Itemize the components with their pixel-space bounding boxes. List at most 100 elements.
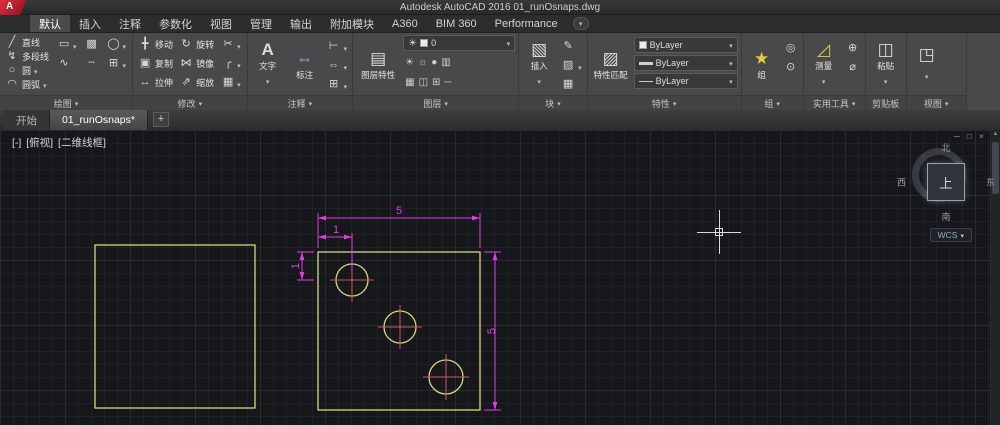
block-edit-button[interactable]: ✎	[559, 37, 584, 56]
measure-button[interactable]: ◿ 测量	[807, 35, 841, 93]
object-color-dropdown[interactable]: ByLayer	[633, 37, 738, 53]
table-style-button[interactable]: ⊞	[325, 75, 350, 94]
plate-square-polyline[interactable]	[317, 251, 481, 411]
layer-properties-button[interactable]: ▤ 图层特性	[356, 35, 400, 93]
restore-icon[interactable]: □	[967, 131, 972, 141]
viewcube-north-label[interactable]: 北	[941, 141, 950, 154]
viewcube-east-label[interactable]: 东	[986, 176, 995, 189]
viewcube[interactable]: 北 南 西 东 上	[897, 141, 995, 223]
scroll-up-arrow-icon[interactable]: ▲	[992, 131, 999, 137]
dim-plate-width-label[interactable]: 5	[396, 205, 402, 217]
layer-lock-icon[interactable]: ●	[431, 57, 437, 68]
scale-button[interactable]: ⇗ 缩放	[177, 73, 216, 92]
panel-label-groups[interactable]: 组	[741, 95, 803, 110]
ellipse-button[interactable]: ◯	[104, 35, 130, 54]
rotate-button[interactable]: ↻ 旋转	[177, 35, 216, 54]
dimension-style-button[interactable]: ⇔	[325, 56, 350, 75]
layer-off-icon[interactable]: ─	[444, 77, 451, 88]
viewcube-west-label[interactable]: 西	[897, 176, 906, 189]
layer-select-dropdown[interactable]: ☀ 0	[403, 35, 516, 51]
polyline-button[interactable]: ↯ 多段线	[3, 49, 51, 63]
panel-label-view[interactable]: 视图	[906, 95, 966, 110]
arc-button[interactable]: ◠ 圆弧	[3, 77, 51, 91]
block-attribute-button[interactable]: ▨	[559, 56, 584, 75]
dim-plate-height-label[interactable]: 5	[486, 328, 498, 334]
panel-label-block[interactable]: 块	[519, 95, 587, 110]
panel-label-layers[interactable]: 图层	[353, 95, 519, 110]
panel-label-properties[interactable]: 特性	[587, 95, 741, 110]
block-create-button[interactable]: ▦	[559, 75, 584, 94]
tab-performance[interactable]: Performance	[486, 15, 567, 32]
layer-freeze-icon[interactable]: ☼	[418, 57, 427, 68]
layer-state-icon[interactable]: ☀	[405, 57, 414, 68]
fillet-button[interactable]: ╭	[218, 54, 244, 73]
dim-hole-offset-y-label[interactable]: 1	[290, 263, 302, 269]
viewcube-south-label[interactable]: 南	[941, 210, 950, 223]
ribbon-options-button[interactable]	[572, 17, 589, 30]
tab-output[interactable]: 输出	[281, 15, 321, 32]
tab-view[interactable]: 视图	[201, 15, 241, 32]
copy-button[interactable]: ▣ 复制	[136, 54, 175, 73]
tab-bim360[interactable]: BIM 360	[427, 15, 486, 32]
leader-button[interactable]: ⊢	[325, 37, 350, 56]
rectangle-button[interactable]: ▭	[54, 35, 80, 54]
wcs-badge[interactable]: WCS	[929, 228, 972, 242]
match-properties-button[interactable]: ▨ 特性匹配	[591, 35, 631, 93]
left-square-polyline[interactable]	[94, 244, 256, 409]
stretch-button[interactable]: ↔ 拉伸	[136, 73, 175, 92]
panel-label-annotate[interactable]: 注释	[247, 95, 353, 110]
tab-addins[interactable]: 附加模块	[321, 15, 383, 32]
move-button[interactable]: ╋ 移动	[136, 35, 175, 54]
linetype-dropdown[interactable]: ByLayer	[633, 73, 738, 89]
file-tab-start[interactable]: 开始	[4, 110, 50, 130]
panel-label-draw[interactable]: 绘图	[0, 95, 133, 110]
hatch-button[interactable]: ▩	[82, 35, 102, 54]
panel-label-utilities[interactable]: 实用工具	[803, 95, 865, 110]
layer-isolate-icon[interactable]: ▥	[441, 57, 450, 68]
tab-insert[interactable]: 插入	[70, 15, 110, 32]
file-tab-drawing[interactable]: 01_runOsnaps*	[50, 110, 148, 130]
minimize-icon[interactable]: ─	[954, 131, 960, 141]
lineweight-dropdown[interactable]: ByLayer	[633, 55, 738, 71]
lineweight-sample-icon	[638, 61, 653, 65]
drawing-canvas[interactable]: [-] [俯视] [二维线框] ─ □ × 5 1 1 5 北 南 西 东 上 …	[0, 130, 1000, 425]
construction-line-button[interactable]: ┄	[82, 54, 102, 73]
circle-icon: ○	[8, 63, 16, 76]
new-drawing-button[interactable]: +	[152, 111, 169, 127]
tab-parametric[interactable]: 参数化	[150, 15, 201, 32]
point-style-button[interactable]: ⌀	[844, 58, 862, 77]
canvas-scrollbar[interactable]: ▲	[990, 130, 1000, 425]
array-button[interactable]: ▦	[218, 73, 244, 92]
layer-previous-icon[interactable]: ◫	[419, 77, 428, 88]
dimension-button[interactable]: ⇔ 标注	[288, 35, 322, 93]
tab-manage[interactable]: 管理	[241, 15, 281, 32]
spline-button[interactable]: ∿	[54, 54, 80, 73]
dim-hole-offset-x-label[interactable]: 1	[333, 224, 339, 236]
panel-label-modify[interactable]: 修改	[133, 95, 247, 110]
tab-a360[interactable]: A360	[383, 15, 427, 32]
insert-block-button[interactable]: ▧ 插入	[522, 35, 556, 93]
tab-default[interactable]: 默认	[30, 15, 70, 32]
layer-merge-icon[interactable]: ⊞	[432, 77, 440, 88]
trim-button[interactable]: ✂	[218, 35, 244, 54]
close-icon[interactable]: ×	[979, 131, 984, 141]
quick-select-button[interactable]: ⊕	[844, 39, 862, 58]
paste-button[interactable]: ◫ 粘贴	[869, 35, 903, 93]
base-view-button[interactable]: ◳	[910, 35, 944, 93]
line-button[interactable]: ╱ 直线	[3, 35, 51, 49]
panel-label-clipboard[interactable]: 剪贴板	[865, 95, 906, 110]
tab-annotate[interactable]: 注释	[110, 15, 150, 32]
group-edit-button[interactable]: ⊙	[782, 58, 800, 77]
layer-match-icon[interactable]: ▦	[405, 77, 414, 88]
dropdown-caret-icon	[344, 76, 348, 94]
viewport-menu-control[interactable]: [-]	[12, 137, 21, 149]
table-button[interactable]: ⊞	[104, 54, 130, 73]
ungroup-button[interactable]: ◎	[782, 39, 800, 58]
text-button[interactable]: A 文字	[251, 35, 285, 93]
mirror-button[interactable]: ⋈ 镜像	[177, 54, 216, 73]
viewcube-top-face[interactable]: 上	[927, 163, 965, 201]
viewport-visual-style-control[interactable]: [二维线框]	[58, 137, 106, 149]
dimensions[interactable]: 5 1 1 5	[290, 205, 501, 411]
group-button[interactable]: ★ 组	[745, 35, 779, 93]
viewport-view-control[interactable]: [俯视]	[26, 137, 53, 149]
